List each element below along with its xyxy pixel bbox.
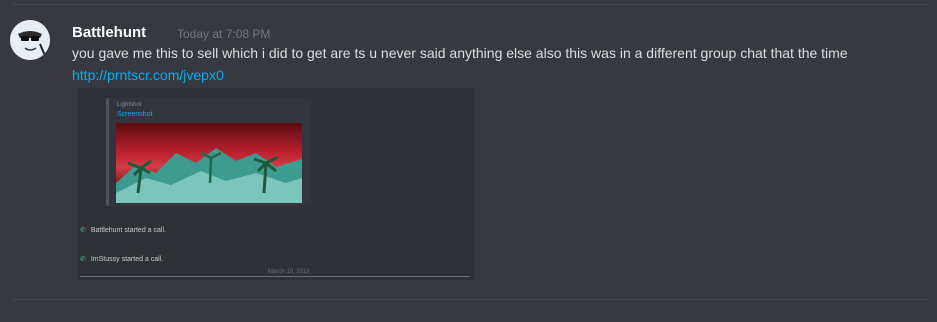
attached-screenshot[interactable]: Lightshot Screenshot ✆ Battlehunt starte… — [78, 88, 474, 280]
phone-icon: ✆ — [80, 256, 86, 263]
user-avatar[interactable] — [10, 20, 50, 60]
date-divider-label: March 10, 2018 — [268, 269, 310, 275]
embed-title: Screenshot — [117, 111, 153, 118]
embed-card: Lightshot Screenshot — [106, 98, 311, 206]
call-user: ImStussy — [90, 256, 120, 263]
phone-icon: ✆ — [80, 227, 86, 234]
call-action: started a call. — [121, 256, 164, 263]
call-entry: ✆ Battlehunt started a call. — [80, 226, 166, 234]
top-divider — [12, 4, 927, 5]
bottom-divider — [12, 299, 927, 300]
avatar-face-icon — [10, 20, 50, 60]
embed-image — [116, 123, 302, 203]
embed-provider: Lightshot — [117, 102, 142, 108]
message-link[interactable]: http://prntscr.com/jvepx0 — [72, 67, 224, 83]
call-entry: ✆ ImStussy started a call. — [80, 255, 163, 263]
date-divider — [80, 276, 470, 277]
message-username[interactable]: Battlehunt — [72, 24, 146, 41]
message-timestamp: Today at 7:08 PM — [177, 27, 271, 41]
landscape-image — [116, 148, 302, 203]
call-user: Battlehunt — [90, 227, 123, 234]
message-text: you gave me this to sell which i did to … — [72, 45, 848, 61]
call-action: started a call. — [124, 227, 166, 234]
